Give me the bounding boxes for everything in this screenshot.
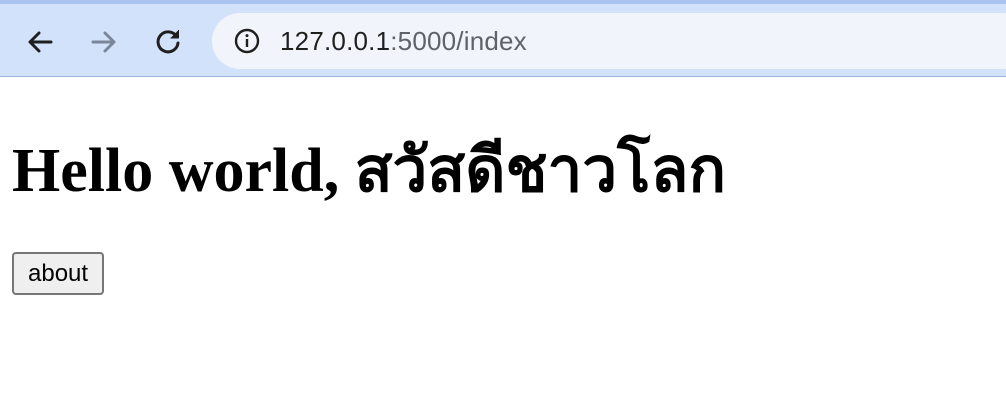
back-arrow-icon <box>28 31 53 53</box>
url-path: :5000/index <box>390 25 527 56</box>
page-content: Hello world, สวัสดีชาวโลก about <box>12 77 726 295</box>
forward-arrow-icon <box>91 31 116 53</box>
reload-icon <box>156 30 180 54</box>
info-icon[interactable] <box>234 28 260 54</box>
browser-toolbar: 127.0.0.1:5000/index <box>0 0 1006 77</box>
page-heading: Hello world, สวัสดีชาวโลก <box>12 137 726 205</box>
url-text[interactable]: 127.0.0.1:5000/index <box>280 26 527 57</box>
url-host: 127.0.0.1 <box>280 25 391 56</box>
about-button[interactable]: about <box>12 252 105 295</box>
forward-button[interactable] <box>86 24 122 60</box>
address-bar[interactable]: 127.0.0.1:5000/index <box>212 13 1006 69</box>
reload-button[interactable] <box>150 24 186 60</box>
back-button[interactable] <box>22 24 58 60</box>
